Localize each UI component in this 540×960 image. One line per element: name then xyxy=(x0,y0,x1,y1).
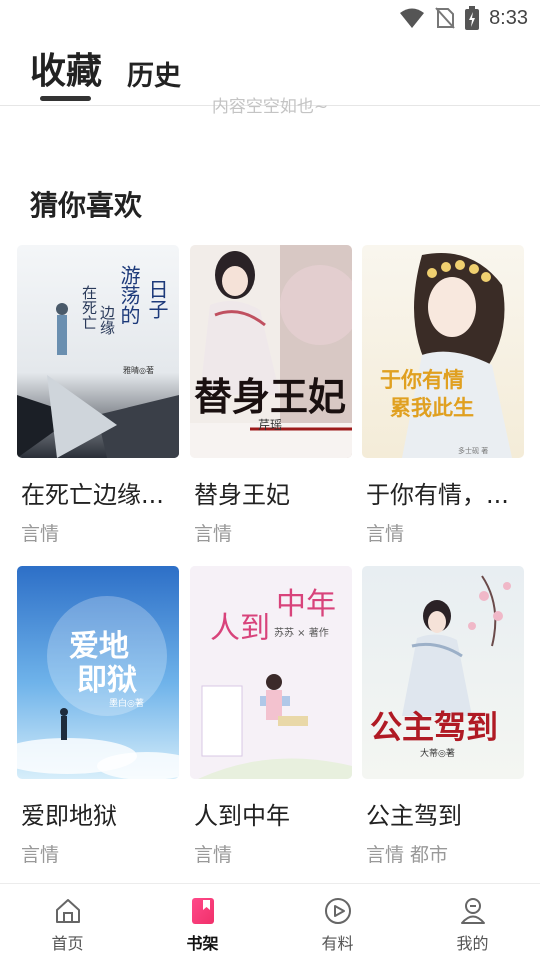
nav-item-profile[interactable]: 我的 xyxy=(405,884,540,960)
nav-label: 有料 xyxy=(321,934,354,953)
cover-author-text: 大蒂◎著 xyxy=(420,747,455,759)
book-title[interactable]: 爱即地狱 xyxy=(17,796,179,831)
nav-item-home[interactable]: 首页 xyxy=(0,884,135,960)
play-icon xyxy=(324,898,351,924)
bottom-nav: 首页 书架 有料 我的 xyxy=(0,883,540,960)
empty-hint: 内容空空如也~ xyxy=(211,97,329,117)
book-title[interactable]: 人到中年 xyxy=(190,796,352,831)
book-card[interactable]: 公主驾到 大蒂◎著 公主驾到 言情 都市 xyxy=(362,566,524,867)
book-tags: 言情 xyxy=(194,844,233,866)
cover-title-text: 人到 xyxy=(210,611,270,646)
book-title[interactable]: 替身王妃 xyxy=(190,475,352,510)
cover-title-text: 在死亡 xyxy=(80,285,98,330)
bookshelf-icon xyxy=(191,898,214,924)
book-cover[interactable]: 爱地 即狱 墨白◎著 xyxy=(17,566,179,779)
cover-title-text: 中年 xyxy=(276,587,336,622)
cover-title-text: 爱地 xyxy=(69,629,129,664)
status-time: 8:33 xyxy=(489,6,528,29)
book-title[interactable]: 公主驾到 xyxy=(362,796,524,831)
header: 收藏 历史 xyxy=(0,36,540,106)
book-cover[interactable]: 替身王妃 芹瑶 xyxy=(190,245,352,458)
book-tags: 言情 xyxy=(194,523,233,545)
status-icons: 8:33 xyxy=(399,6,528,30)
cover-title-text: 于你有情 xyxy=(380,367,464,392)
tab-history[interactable]: 历史 xyxy=(127,54,181,93)
book-tags: 言情 xyxy=(366,523,405,545)
nav-label: 首页 xyxy=(51,934,84,953)
book-cover[interactable]: 公主驾到 大蒂◎著 xyxy=(362,566,524,779)
book-cover[interactable]: 于你有情 累我此生 多士砚 著 xyxy=(362,245,524,458)
cover-author-text: 苏苏 × 著作 xyxy=(274,626,329,639)
book-tags: 言情 xyxy=(21,844,60,866)
profile-icon xyxy=(460,898,485,924)
cover-title-text: 即狱 xyxy=(77,663,137,698)
battery-charging-icon xyxy=(465,6,480,30)
cover-title-text: 日子 xyxy=(145,279,169,319)
cover-author-text: 多士砚 著 xyxy=(458,446,488,455)
tab-favorites[interactable]: 收藏 xyxy=(30,42,102,94)
book-tags: 言情 都市 xyxy=(366,844,449,866)
cover-title-text: 替身王妃 xyxy=(194,374,346,419)
wifi-icon xyxy=(400,8,425,28)
nav-label: 我的 xyxy=(456,934,489,953)
book-card[interactable]: 爱地 即狱 墨白◎著 爱即地狱 言情 xyxy=(17,566,179,867)
cover-author-text: 雅晴◎著 xyxy=(123,365,154,375)
recommend-title: 猜你喜欢 xyxy=(30,189,143,222)
cover-title-text: 游荡的 xyxy=(117,265,141,325)
cover-author-text: 芹瑶 xyxy=(258,418,282,432)
book-cover[interactable]: 在死亡 边缘 游荡的 日子 雅晴◎著 xyxy=(17,245,179,458)
book-card[interactable]: 人到 中年 苏苏 × 著作 人到中年 言情 xyxy=(190,566,352,867)
no-sim-icon xyxy=(435,7,455,29)
status-bar: 8:33 xyxy=(0,0,540,36)
home-icon xyxy=(55,899,80,923)
book-card[interactable]: 在死亡 边缘 游荡的 日子 雅晴◎著 在死亡边缘... 言情 xyxy=(17,245,179,546)
nav-item-discover[interactable]: 有料 xyxy=(270,884,405,960)
cover-title-text: 累我此生 xyxy=(390,395,474,420)
cover-author-text: 墨白◎著 xyxy=(109,697,144,709)
cover-title-text: 边缘 xyxy=(98,305,116,335)
book-cover[interactable]: 人到 中年 苏苏 × 著作 xyxy=(190,566,352,779)
cover-title-text: 公主驾到 xyxy=(370,708,498,746)
book-title[interactable]: 在死亡边缘... xyxy=(17,475,179,510)
book-card[interactable]: 于你有情 累我此生 多士砚 著 于你有情，... 言情 xyxy=(362,245,524,546)
book-tags: 言情 xyxy=(21,523,60,545)
nav-item-bookshelf[interactable]: 书架 xyxy=(135,884,270,960)
nav-label: 书架 xyxy=(186,934,219,953)
book-card[interactable]: 替身王妃 芹瑶 替身王妃 言情 xyxy=(190,245,352,546)
book-title[interactable]: 于你有情，... xyxy=(362,475,524,510)
